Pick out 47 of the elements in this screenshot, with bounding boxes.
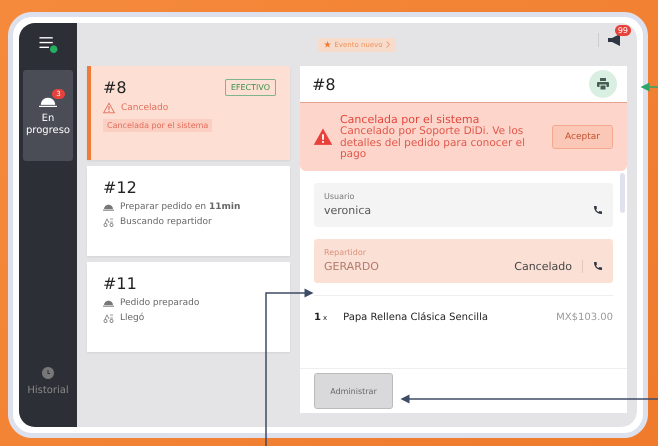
order-status: Buscando repartidor (120, 217, 212, 227)
print-button[interactable] (589, 70, 617, 98)
notification-badge: 99 (614, 25, 631, 36)
courier-status: Cancelado (514, 260, 583, 273)
item-quantity: 1 (314, 312, 321, 323)
order-status: Pedido preparado (120, 298, 200, 308)
order-number: #8 (103, 78, 127, 97)
order-status: Llegó (120, 313, 144, 323)
warning-icon (103, 102, 115, 114)
order-status: Cancelado (121, 103, 168, 113)
alert-title: Cancelada por el sistema (340, 113, 480, 126)
bell-icon (39, 94, 57, 108)
alert-message: Cancelado por Soporte DiDi. Ve los detalles del pedido para conocer el pago (340, 126, 526, 161)
payment-tag: EFECTIVO (224, 79, 276, 96)
order-number: #12 (103, 178, 137, 197)
bell-icon (103, 203, 114, 211)
warning-icon (314, 128, 332, 146)
clock-icon (42, 366, 54, 379)
order-number: #11 (103, 274, 137, 293)
contact-name: veronica (324, 204, 372, 217)
bell-icon (103, 299, 114, 307)
scooter-icon (103, 217, 114, 227)
contact-label: Repartidor (324, 248, 368, 257)
contact-name: GERARDO (324, 260, 380, 273)
manage-button[interactable]: Administrar (314, 373, 393, 409)
star-icon (324, 41, 332, 48)
order-status: Preparar pedido en 11min (120, 202, 240, 212)
cancel-tag: Cancelada por el sistema (103, 119, 212, 132)
item-price: MX$103.00 (556, 312, 613, 323)
phone-icon[interactable] (593, 205, 603, 216)
sidebar-label: Historial (27, 384, 69, 396)
item-name: Papa Rellena Clásica Sencilla (343, 312, 489, 323)
order-title: #8 (312, 74, 336, 94)
scooter-icon (103, 313, 114, 323)
pointer-arrow (640, 82, 658, 92)
printer-icon (597, 78, 609, 90)
phone-icon[interactable] (593, 261, 603, 272)
order-card[interactable]: #8 EFECTIVO Cancelado Cancelada por el sistema (87, 66, 290, 160)
order-card[interactable]: #12 Preparar pedido en 11min Buscando repartidor (87, 166, 290, 256)
scrollbar[interactable] (620, 172, 625, 213)
sidebar-label: En progreso (24, 113, 72, 136)
contact-label: Usuario (324, 192, 356, 201)
menu-icon[interactable] (37, 35, 59, 54)
order-card[interactable]: #11 Pedido preparado Llegó (87, 262, 290, 352)
chevron-icon (386, 41, 390, 48)
megaphone-icon[interactable] (607, 33, 623, 47)
sidebar-item[interactable]: Historial (23, 336, 73, 427)
